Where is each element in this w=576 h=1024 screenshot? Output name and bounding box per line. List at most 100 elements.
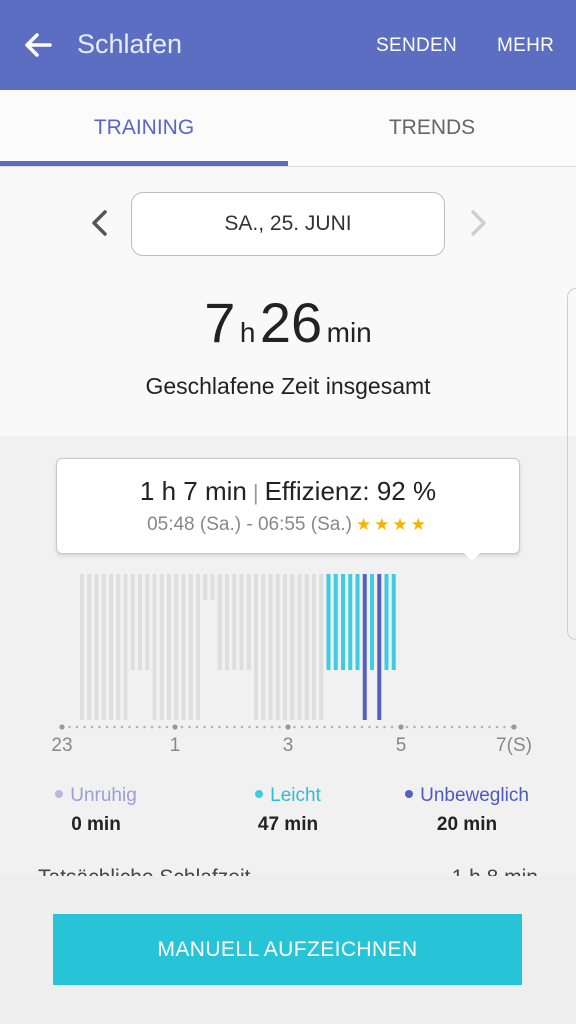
x-tick-label: 1: [170, 735, 181, 756]
legend-motionless-label: Unbeweglich: [420, 785, 529, 806]
axis-tick: [398, 724, 404, 730]
chevron-left-icon[interactable]: [88, 207, 112, 239]
sleep-bar-inactive[interactable]: [261, 574, 266, 720]
axis-dot: [443, 725, 446, 729]
sleep-bar-inactive[interactable]: [123, 574, 128, 720]
minutes-unit: min: [326, 317, 372, 348]
axis-dot: [413, 725, 416, 729]
page-title: Schlafen: [77, 29, 183, 59]
x-tick-label: 5: [396, 735, 407, 756]
axis-dot: [278, 725, 281, 729]
sleep-bar-inactive[interactable]: [225, 574, 229, 670]
sleep-bar-inactive[interactable]: [116, 574, 121, 720]
sleep-bar-inactive[interactable]: [312, 574, 316, 720]
sleep-bar-inactive[interactable]: [130, 574, 135, 670]
sleep-bar-inactive[interactable]: [246, 574, 251, 670]
axis-dot: [225, 725, 229, 729]
record-manually-button[interactable]: MANUELL AUFZEICHNEN: [53, 914, 522, 985]
axis-dot: [315, 725, 319, 729]
axis-dot: [435, 725, 439, 729]
sleep-bar-motionless[interactable]: [362, 574, 367, 720]
legend-motionless: Unbeweglich 20 min: [392, 785, 542, 836]
sleep-bar-inactive[interactable]: [80, 574, 84, 720]
sleep-bar-light[interactable]: [333, 574, 338, 670]
sleep-bar-inactive[interactable]: [145, 574, 150, 670]
sleep-bar-inactive[interactable]: [319, 574, 324, 720]
sleep-bar-light[interactable]: [384, 574, 389, 670]
total-sleep-label: Geschlafene Zeit insgesamt: [145, 373, 431, 399]
axis-dot: [195, 725, 199, 729]
sleep-bar-light[interactable]: [348, 574, 353, 670]
legend-restless-label: Unruhig: [70, 785, 137, 806]
axis-dot: [105, 725, 109, 729]
axis-dot: [188, 725, 191, 729]
motionless-dot-icon: [405, 789, 414, 798]
sleep-bar-inactive[interactable]: [159, 574, 164, 720]
sleep-bar-inactive[interactable]: [138, 574, 142, 670]
sleep-bar-motionless[interactable]: [377, 574, 382, 720]
sleep-bar-inactive[interactable]: [210, 574, 215, 600]
send-button[interactable]: SENDEN: [376, 35, 457, 57]
axis-dot: [98, 725, 101, 729]
sleep-bar-inactive[interactable]: [297, 574, 302, 720]
sleep-bar-inactive[interactable]: [232, 574, 237, 670]
app-bar: Schlafen SENDEN MEHR: [0, 0, 576, 90]
axis-dot: [465, 725, 469, 729]
axis-tick: [285, 724, 291, 730]
sleep-bar-inactive[interactable]: [188, 574, 193, 720]
axis-dot: [270, 725, 274, 729]
axis-dot: [150, 725, 154, 729]
axis-dot: [405, 725, 409, 729]
sleep-bar-inactive[interactable]: [152, 574, 157, 720]
x-tick-label: 3: [283, 735, 294, 756]
sleep-bar-inactive[interactable]: [101, 574, 106, 720]
sleep-bar-inactive[interactable]: [268, 574, 273, 720]
sleep-bar-inactive[interactable]: [167, 574, 171, 720]
more-button[interactable]: MEHR: [497, 35, 554, 57]
sleep-bar-inactive[interactable]: [304, 574, 309, 720]
tooltip-time-range: 05:48 (Sa.) - 06:55 (Sa.): [147, 514, 352, 535]
tab-training[interactable]: TRAINING: [0, 90, 288, 166]
sleep-bar-inactive[interactable]: [87, 574, 92, 720]
total-sleep-time: 7 h 26 min: [0, 290, 576, 355]
sleep-bar-inactive[interactable]: [254, 574, 258, 720]
star-rating-icon: ★★★★: [355, 515, 429, 534]
axis-dot: [120, 725, 124, 729]
axis-dot: [473, 725, 476, 729]
x-tick-label: 23: [51, 735, 72, 756]
sleep-bar-inactive[interactable]: [109, 574, 113, 720]
sleep-bar-light[interactable]: [341, 574, 345, 670]
tooltip-efficiency: Effizienz: 92 %: [264, 476, 437, 506]
sleep-bar-inactive[interactable]: [290, 574, 295, 720]
sleep-bar-inactive[interactable]: [196, 574, 200, 720]
tab-trends[interactable]: TRENDS: [288, 90, 576, 166]
axis-dot: [360, 725, 364, 729]
axis-dot: [83, 725, 86, 729]
sleep-bar-inactive[interactable]: [275, 574, 280, 720]
light-dot-icon: [255, 789, 264, 798]
sleep-bar-inactive[interactable]: [283, 574, 287, 720]
axis-dot: [143, 725, 146, 729]
sleep-bar-light[interactable]: [326, 574, 331, 670]
axis-dot: [180, 725, 184, 729]
sleep-bar-inactive[interactable]: [94, 574, 99, 720]
hours-unit: h: [239, 317, 256, 348]
axis-dot: [218, 725, 221, 729]
sleep-bar-inactive[interactable]: [203, 574, 208, 600]
chevron-right-icon[interactable]: [466, 207, 490, 239]
axis-dot: [240, 725, 244, 729]
sleep-movement-chart[interactable]: 23 1 3 5 7(S): [0, 560, 576, 760]
axis-dot: [233, 725, 236, 729]
sleep-bar-inactive[interactable]: [239, 574, 244, 670]
sleep-bar-inactive[interactable]: [181, 574, 186, 720]
axis-dot: [210, 725, 214, 729]
axis-dot: [488, 725, 491, 729]
sleep-bar-inactive[interactable]: [174, 574, 179, 720]
sleep-bar-inactive[interactable]: [217, 574, 222, 670]
date-selector[interactable]: SA., 25. JUNI: [131, 192, 445, 256]
sleep-bar-light[interactable]: [355, 574, 360, 670]
sleep-bar-light[interactable]: [391, 574, 396, 670]
sleep-bar-light[interactable]: [370, 574, 374, 670]
arrow-left-icon[interactable]: [20, 27, 56, 63]
tab-bar: TRAINING TRENDS: [0, 90, 576, 167]
